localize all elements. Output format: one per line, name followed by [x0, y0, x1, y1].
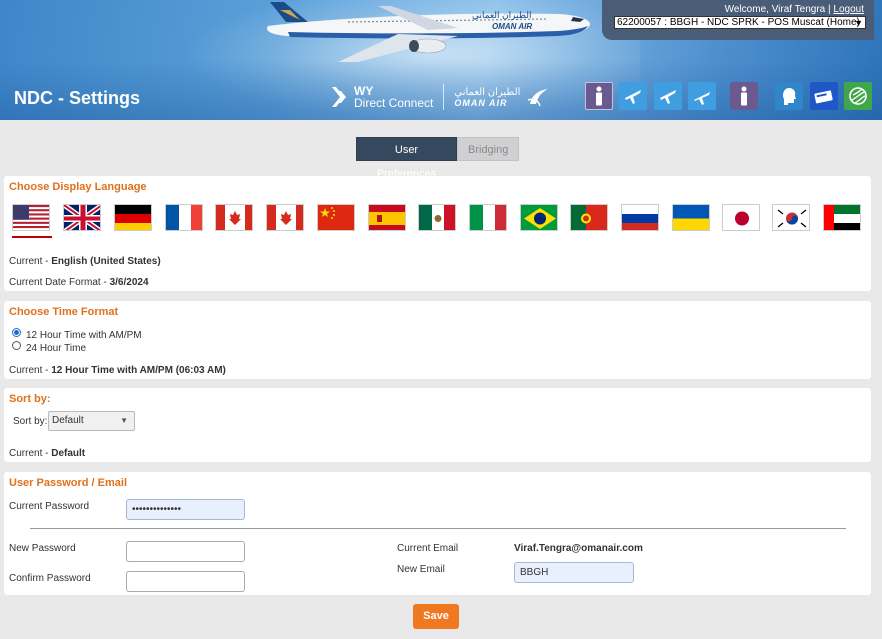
selected-flag-underline: [12, 236, 52, 238]
brand-direct-connect: Direct Connect: [354, 95, 434, 110]
date-format-label: Current Date Format -: [9, 277, 110, 288]
nav-flight-button-2[interactable]: [654, 82, 682, 110]
current-language-label: Current -: [9, 256, 52, 267]
time-format-section-title: Choose Time Format: [9, 306, 119, 318]
welcome-line: Welcome, Viraf Tengra | Logout: [725, 4, 864, 15]
current-time-format-line: Current - 12 Hour Time with AM/PM (06:03…: [9, 365, 226, 376]
brand-oman-air-english: OMAN AIR: [454, 97, 508, 108]
person-icon: [596, 86, 602, 106]
language-section-title: Choose Display Language: [9, 181, 147, 193]
chevron-down-icon: ▼: [120, 416, 128, 425]
current-password-label: Current Password: [9, 501, 90, 512]
flag-cn-icon[interactable]: [317, 204, 355, 231]
language-panel: Choose Display Language: [4, 176, 871, 291]
flag-ru-icon[interactable]: [621, 204, 659, 231]
ticket-icon: [814, 90, 833, 104]
account-section-title: User Password / Email: [9, 477, 127, 489]
plane-icon: [694, 92, 710, 105]
welcome-text: Welcome, Viraf Tengra |: [724, 4, 831, 15]
nav-flight-button-3[interactable]: [688, 82, 716, 110]
radio-24-hour-label: 24 Hour Time: [26, 343, 87, 354]
current-email-label: Current Email: [397, 543, 459, 554]
head-icon: [783, 88, 796, 105]
header-banner: الطيران العماني OMAN AIR NDC - Settings …: [0, 0, 882, 120]
flag-jp-icon[interactable]: [722, 204, 760, 231]
wy-chevron-icon: [332, 87, 346, 107]
plane-icon: [625, 90, 641, 104]
flag-ca-icon[interactable]: [266, 204, 304, 231]
nav-traveler-button[interactable]: [730, 82, 758, 110]
nav-globe-button[interactable]: [844, 82, 872, 110]
nav-support-button[interactable]: [775, 82, 803, 110]
flag-ca-icon[interactable]: [215, 204, 253, 231]
user-session-box: Welcome, Viraf Tengra | Logout 62200057 …: [602, 0, 874, 40]
tab-user-preferences[interactable]: User Preferences: [356, 137, 457, 180]
current-language-line: Current - English (United States): [9, 256, 161, 267]
current-date-format-line: Current Date Format - 3/6/2024: [9, 277, 149, 288]
confirm-password-label: Confirm Password: [9, 573, 91, 584]
nav-tickets-button[interactable]: [810, 82, 838, 110]
account-divider: [30, 528, 846, 529]
sort-select[interactable]: Default ▼: [48, 411, 135, 431]
plane-icon: [660, 90, 676, 104]
airplane-image: [266, 2, 590, 62]
oman-air-logo-icon: [528, 89, 549, 107]
confirm-password-input[interactable]: [126, 571, 245, 592]
pos-selector[interactable]: 62200057 : BBGH - NDC SPRK - POS Muscat …: [614, 16, 866, 29]
radio-12-hour-label: 12 Hour Time with AM/PM: [26, 330, 142, 341]
sort-section-title: Sort by:: [9, 393, 51, 405]
save-button[interactable]: Save: [413, 604, 459, 629]
current-time-format-label: Current -: [9, 365, 52, 376]
brand-wy: WY: [354, 83, 374, 98]
globe-icon: [849, 87, 867, 105]
plane-livery-arabic: الطيران العماني: [472, 10, 532, 20]
flag-ae-icon[interactable]: [823, 204, 861, 231]
new-email-label: New Email: [397, 564, 445, 575]
page-title: NDC - Settings: [14, 88, 140, 108]
current-password-input[interactable]: ••••••••••••••: [126, 499, 245, 520]
nav-flight-button-1[interactable]: [619, 82, 647, 110]
radio-12-hour[interactable]: [12, 328, 21, 337]
pos-selector-value: 62200057 : BBGH - NDC SPRK - POS Muscat …: [617, 17, 860, 28]
flag-ua-icon[interactable]: [672, 204, 710, 231]
flag-it-icon[interactable]: [469, 204, 507, 231]
current-sort-value: Default: [51, 448, 86, 459]
brand-oman-air-arabic: الطيران العماني: [454, 86, 521, 98]
current-time-format-value: 12 Hour Time with AM/PM (06:03 AM): [51, 365, 226, 376]
tab-bridging[interactable]: Bridging: [457, 137, 519, 161]
flag-fr-icon[interactable]: [165, 204, 203, 231]
radio-24-hour[interactable]: [12, 341, 21, 350]
sort-select-value: Default: [52, 415, 84, 426]
current-sort-line: Current - Default: [9, 448, 85, 459]
flag-pt-icon[interactable]: [570, 204, 608, 231]
flag-us-icon[interactable]: [12, 204, 50, 231]
settings-tabs: User Preferences Bridging: [356, 137, 519, 180]
flag-kr-icon[interactable]: [772, 204, 810, 231]
current-email-value: Viraf.Tengra@omanair.com: [514, 543, 643, 554]
new-email-input[interactable]: BBGH: [514, 562, 634, 583]
current-sort-label: Current -: [9, 448, 52, 459]
flag-de-icon[interactable]: [114, 204, 152, 231]
brand-logo: WY Direct Connect الطيران العماني OMAN A…: [330, 84, 550, 110]
sort-by-label: Sort by:: [13, 416, 48, 427]
current-language-value: English (United States): [51, 256, 161, 267]
flag-br-icon[interactable]: [520, 204, 558, 231]
logout-link[interactable]: Logout: [833, 4, 864, 15]
flag-uk-icon[interactable]: [63, 204, 101, 231]
plane-livery-english: OMAN AIR: [492, 22, 533, 31]
new-password-input[interactable]: [126, 541, 245, 562]
new-password-label: New Password: [9, 543, 76, 554]
person-icon: [741, 86, 747, 106]
flag-mx-icon[interactable]: [418, 204, 456, 231]
flag-es-icon[interactable]: [368, 204, 406, 231]
chevron-down-icon: ▼: [854, 18, 863, 28]
date-format-value: 3/6/2024: [109, 277, 149, 288]
nav-person-button[interactable]: [585, 82, 613, 110]
brand-separator: [443, 84, 445, 110]
